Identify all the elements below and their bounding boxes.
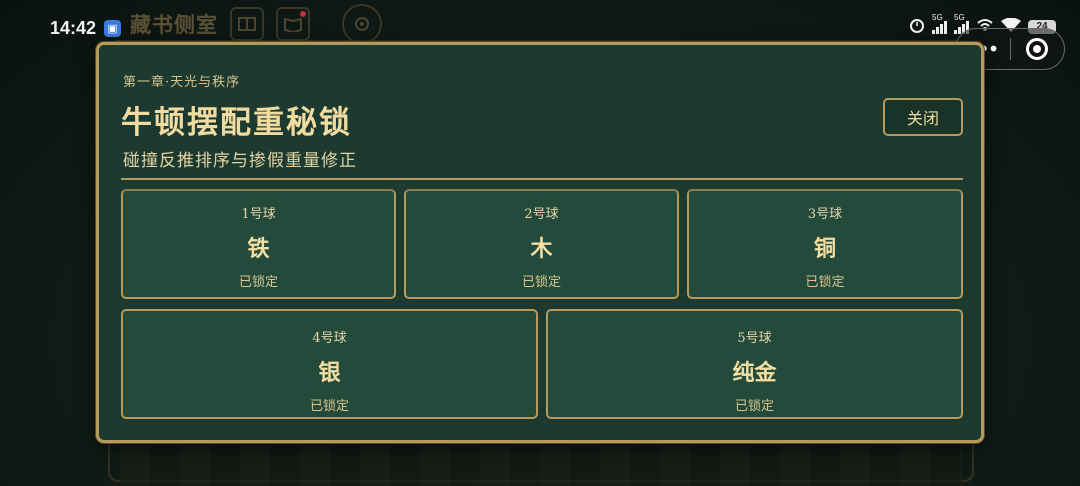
modal-title: 牛顿摆配重秘锁 [121,105,352,141]
ball-number: 5号球 [737,331,772,346]
lock-modal: 第一章·天光与秩序 牛顿摆配重秘锁 碰撞反推排序与掺假重量修正 关闭 1号球 铁… [96,42,984,443]
close-circle-icon[interactable] [1010,38,1064,60]
ball-number: 1号球 [241,207,276,222]
ball-card-3[interactable]: 3号球 铜 已锁定 [687,189,963,299]
ball-status: 已锁定 [521,275,561,290]
ball-number: 2号球 [524,207,559,222]
ball-status: 已锁定 [734,399,774,414]
modal-subtitle: 碰撞反推排序与掺假重量修正 [123,151,357,171]
ball-status: 已锁定 [309,399,349,414]
alarm-icon [909,17,925,36]
close-button[interactable]: 关闭 [883,98,963,136]
ball-material: 铁 [247,236,270,262]
background-bookshelf [120,446,962,486]
signal-icon: 5G [932,13,947,34]
app-icon: ▣ [104,20,121,37]
ball-status: 已锁定 [238,275,278,290]
ball-material: 木 [530,236,553,262]
status-time: 14:42 [50,18,97,38]
chapter-label: 第一章·天光与秩序 [123,75,241,90]
ball-card-2[interactable]: 2号球 木 已锁定 [404,189,679,299]
ball-card-5[interactable]: 5号球 纯金 已锁定 [546,309,963,419]
ball-material: 纯金 [732,360,777,386]
ball-card-4[interactable]: 4号球 银 已锁定 [121,309,538,419]
ball-material: 铜 [813,236,836,262]
ball-status: 已锁定 [805,275,845,290]
scroll-fade [121,180,963,194]
ball-number: 4号球 [312,331,347,346]
ball-material: 银 [318,360,341,386]
ball-number: 3号球 [807,207,843,222]
ball-card-1[interactable]: 1号球 铁 已锁定 [121,189,396,299]
